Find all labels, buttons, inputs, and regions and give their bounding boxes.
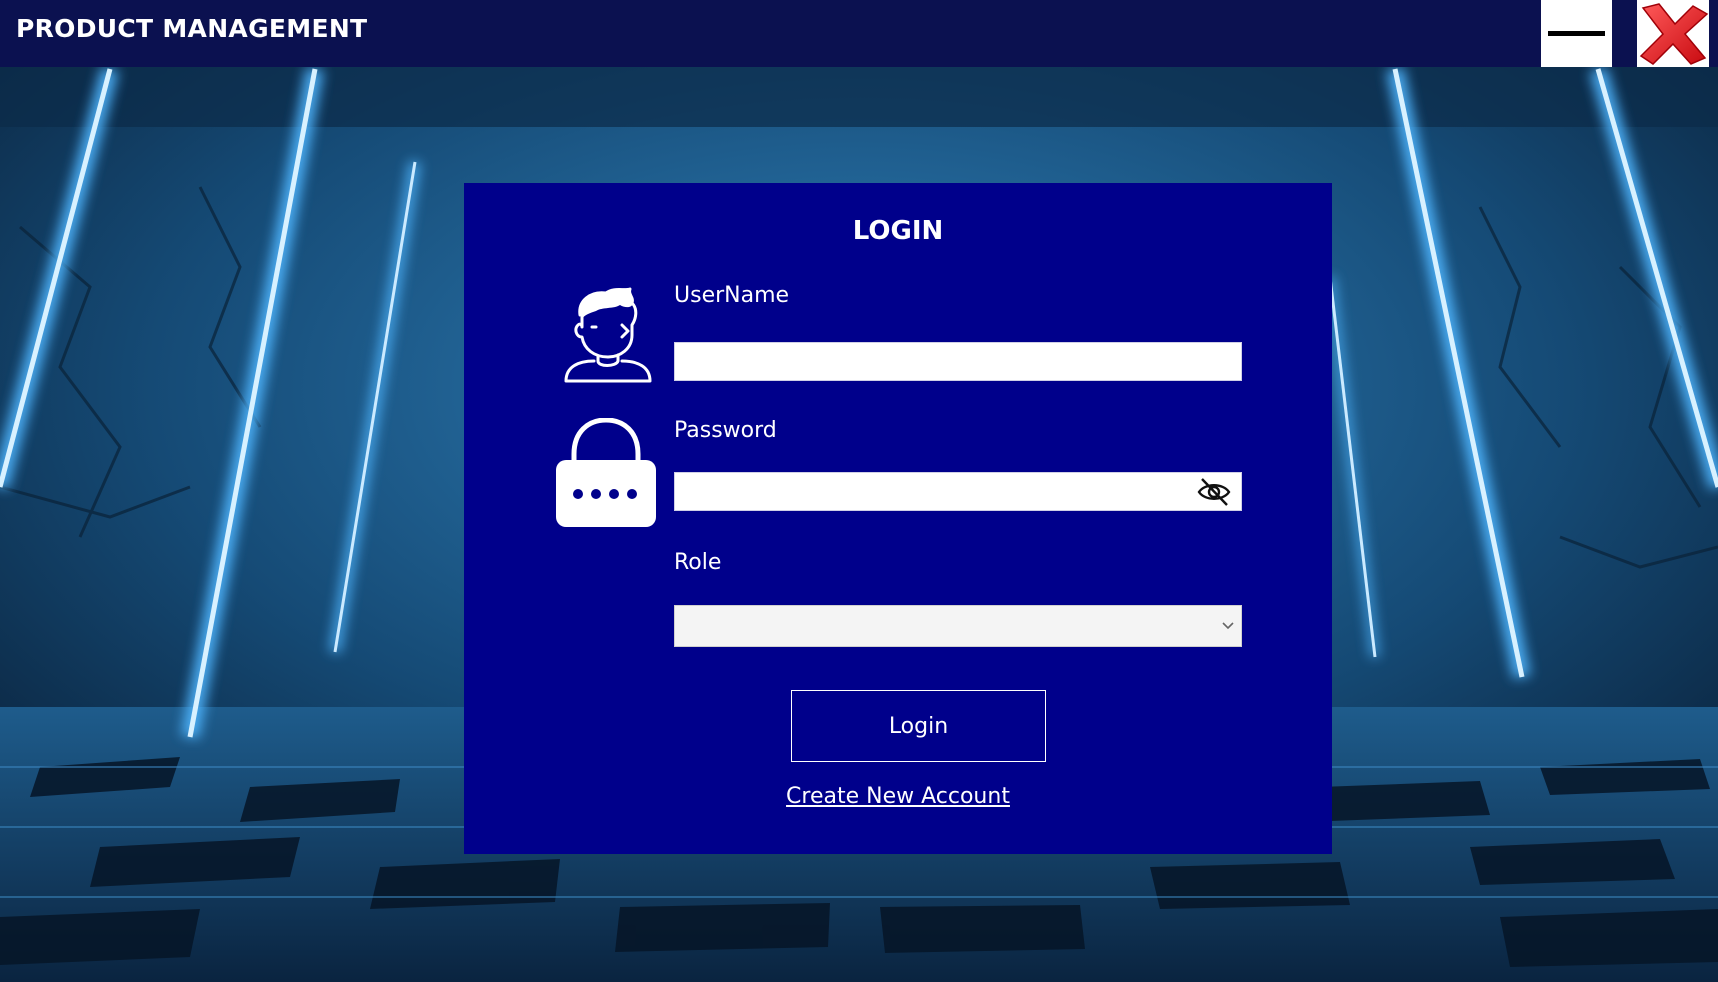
minimize-icon xyxy=(1548,31,1605,36)
username-label: UserName xyxy=(674,283,790,308)
padlock-icon xyxy=(556,418,656,527)
login-panel: LOGIN UserName Password Role Login Creat… xyxy=(464,183,1332,854)
eye-slash-icon xyxy=(1197,478,1231,506)
app-title: PRODUCT MANAGEMENT xyxy=(16,14,368,43)
role-dropdown[interactable] xyxy=(674,605,1242,647)
create-account-row: Create New Account xyxy=(464,784,1332,809)
chevron-down-icon xyxy=(1222,622,1234,630)
password-label: Password xyxy=(674,418,777,443)
password-input[interactable] xyxy=(674,472,1242,511)
title-bar: PRODUCT MANAGEMENT xyxy=(0,0,1718,67)
create-account-link[interactable]: Create New Account xyxy=(786,784,1010,809)
close-x-icon xyxy=(1639,3,1709,65)
role-label: Role xyxy=(674,550,722,575)
username-input[interactable] xyxy=(674,342,1242,381)
minimize-button[interactable] xyxy=(1541,0,1612,67)
close-button[interactable] xyxy=(1637,0,1709,67)
user-avatar-icon xyxy=(564,287,652,383)
show-password-toggle[interactable] xyxy=(1196,476,1232,507)
login-button[interactable]: Login xyxy=(791,690,1046,762)
login-heading: LOGIN xyxy=(852,216,944,246)
